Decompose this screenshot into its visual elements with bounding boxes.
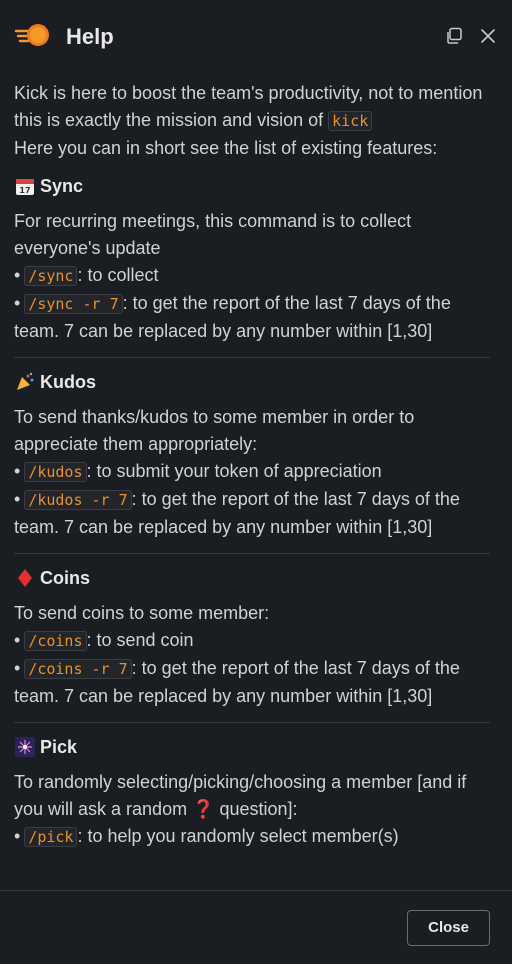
close-button[interactable]: Close bbox=[407, 909, 490, 946]
section-title-coins: Coins bbox=[40, 567, 91, 588]
divider bbox=[14, 553, 490, 554]
close-icon[interactable] bbox=[478, 26, 498, 46]
list-item: •/pick: to help you randomly select memb… bbox=[14, 826, 399, 847]
question-mark-icon: ❓ bbox=[192, 799, 215, 819]
svg-text:17: 17 bbox=[19, 186, 30, 195]
modal-content: Kick is here to boost the team's product… bbox=[0, 72, 512, 851]
help-modal: Help Kick is here to boost the team's pr… bbox=[0, 0, 512, 964]
red-diamond-icon bbox=[14, 567, 36, 589]
section-kudos: Kudos To send thanks/kudos to some membe… bbox=[14, 368, 490, 554]
list-item: •/coins: to send coin bbox=[14, 630, 194, 651]
kick-code: kick bbox=[328, 111, 373, 131]
list-item: •/kudos -r 7: to get the report of the l… bbox=[14, 489, 460, 537]
kick-logo-icon bbox=[14, 21, 52, 51]
divider bbox=[14, 357, 490, 358]
sparkler-icon bbox=[14, 736, 36, 758]
list-item: •/sync: to collect bbox=[14, 265, 159, 286]
section-title-kudos: Kudos bbox=[40, 371, 96, 392]
calendar-icon: 17 bbox=[14, 175, 36, 197]
modal-title: Help bbox=[66, 23, 114, 49]
list-item: •/coins -r 7: to get the report of the l… bbox=[14, 658, 460, 706]
section-sync: 17 Sync For recurring meetings, this com… bbox=[14, 172, 490, 358]
section-title-pick: Pick bbox=[40, 736, 78, 757]
divider bbox=[14, 722, 490, 723]
section-coins: Coins To send coins to some member: •/co… bbox=[14, 564, 490, 723]
open-in-window-icon[interactable] bbox=[444, 26, 464, 46]
section-pick: Pick To randomly selecting/picking/choos… bbox=[14, 733, 490, 851]
modal-header: Help bbox=[0, 0, 512, 72]
section-title-sync: Sync bbox=[40, 175, 84, 196]
list-item: •/kudos: to submit your token of appreci… bbox=[14, 461, 382, 482]
intro-text: Kick is here to boost the team's product… bbox=[14, 83, 483, 158]
modal-footer: Close bbox=[0, 890, 512, 964]
list-item: •/sync -r 7: to get the report of the la… bbox=[14, 293, 451, 341]
party-popper-icon bbox=[14, 371, 36, 393]
